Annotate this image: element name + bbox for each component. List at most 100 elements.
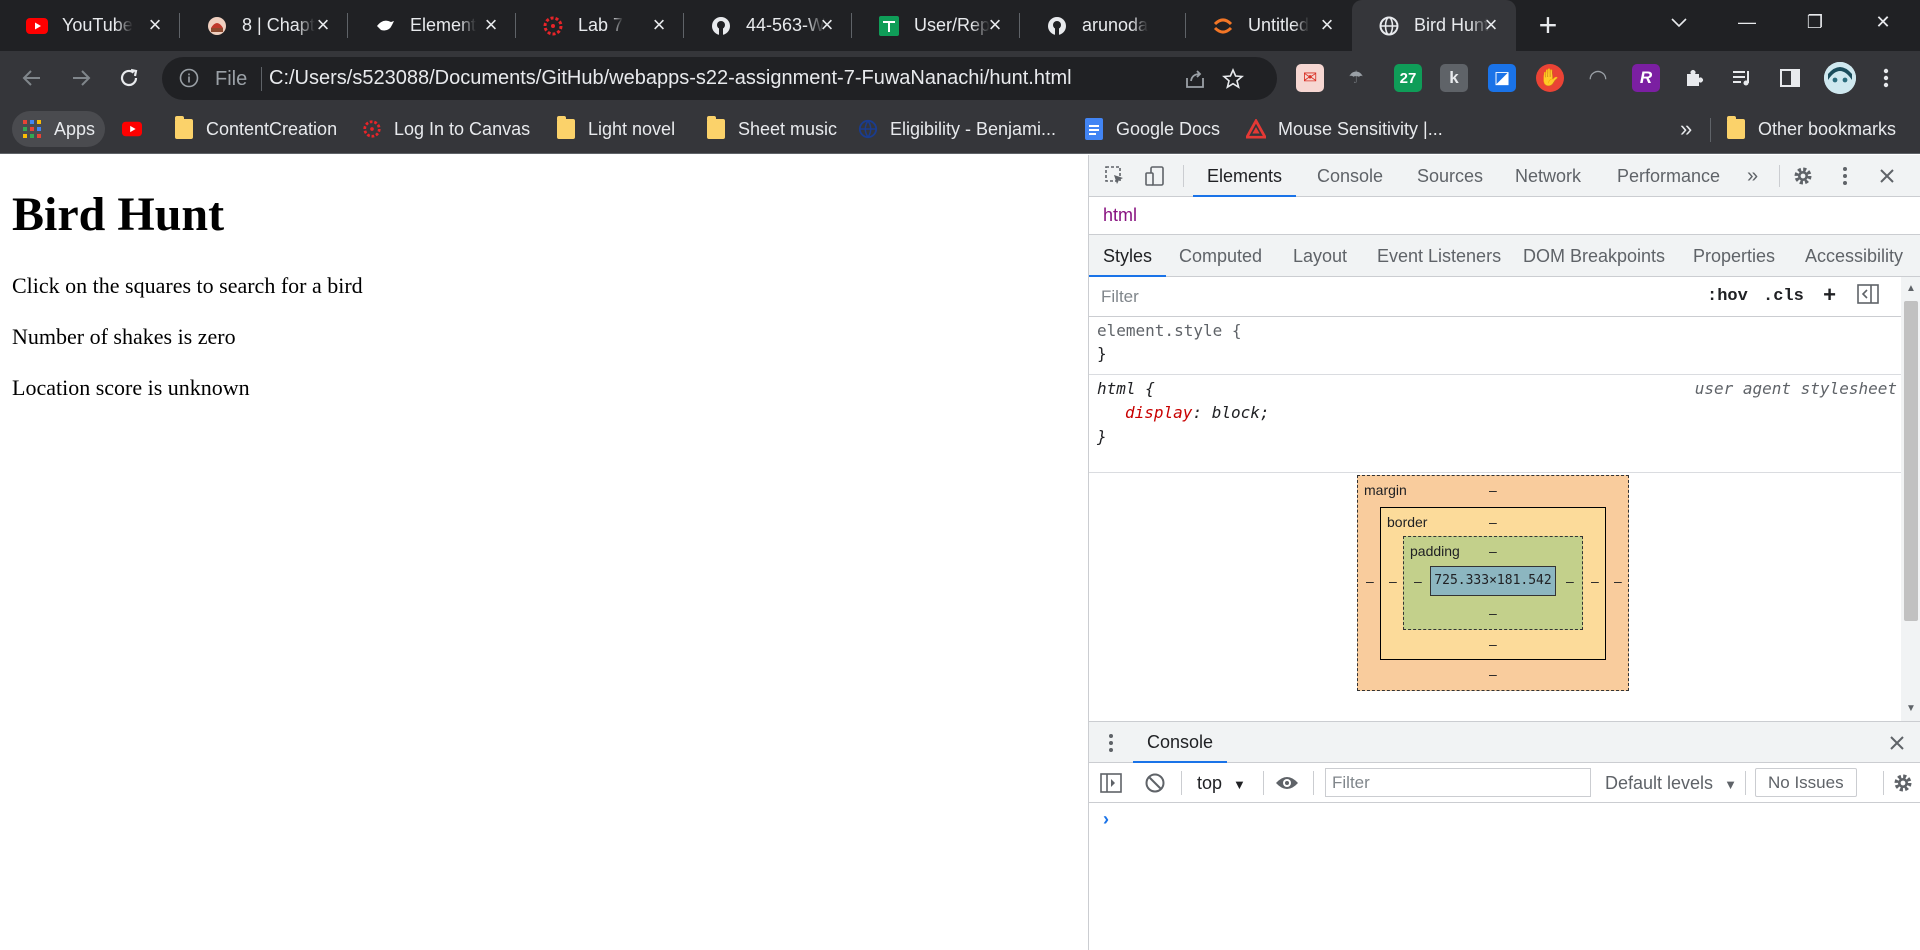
- tab-elements[interactable]: Elements: [1193, 155, 1297, 197]
- tab-accessibility[interactable]: Accessibility: [1805, 235, 1903, 277]
- extension-arc-icon[interactable]: ◠: [1584, 64, 1612, 92]
- tab-console[interactable]: Console: [1317, 155, 1383, 197]
- border-top-value[interactable]: –: [1489, 514, 1497, 530]
- restore-button[interactable]: ❐: [1784, 0, 1846, 45]
- clear-console-icon[interactable]: [1143, 771, 1167, 795]
- tab-properties[interactable]: Properties: [1693, 235, 1775, 277]
- tab-styles[interactable]: Styles: [1089, 235, 1167, 277]
- device-toolbar-icon[interactable]: [1143, 164, 1167, 188]
- margin-top-value[interactable]: –: [1489, 482, 1497, 498]
- extension-stop-icon[interactable]: ✋: [1536, 64, 1564, 92]
- tab-layout[interactable]: Layout: [1293, 235, 1347, 277]
- padding-bottom-value[interactable]: –: [1489, 605, 1497, 621]
- margin-right-value[interactable]: –: [1614, 573, 1622, 589]
- close-icon[interactable]: ×: [816, 14, 838, 36]
- share-button[interactable]: [1182, 66, 1208, 92]
- bookmark-light-novel[interactable]: Light novel: [546, 111, 685, 147]
- tab-youtube[interactable]: YouTube ×: [0, 0, 180, 51]
- close-devtools-icon[interactable]: [1875, 164, 1899, 188]
- context-selector[interactable]: top ▼: [1197, 770, 1246, 796]
- info-icon[interactable]: [179, 68, 199, 93]
- box-model-padding[interactable]: padding – – – – 725.333×181.542: [1403, 536, 1583, 630]
- border-right-value[interactable]: –: [1591, 573, 1599, 589]
- styles-scrollbar[interactable]: ▲ ▼: [1901, 277, 1920, 721]
- live-expression-eye-icon[interactable]: [1275, 771, 1299, 795]
- bookmark-other[interactable]: Other bookmarks: [1716, 111, 1906, 147]
- drawer-tab-console[interactable]: Console: [1133, 722, 1228, 763]
- devtools-menu-icon[interactable]: [1833, 164, 1857, 188]
- extension-calendar-icon[interactable]: 27: [1394, 64, 1422, 92]
- close-icon[interactable]: ×: [144, 14, 166, 36]
- bookmark-mouse-sensitivity[interactable]: Mouse Sensitivity |...: [1236, 111, 1453, 147]
- back-button[interactable]: [13, 59, 51, 97]
- tab-search-button[interactable]: [1648, 0, 1710, 45]
- tab-dom-breakpoints[interactable]: DOM Breakpoints: [1523, 235, 1665, 277]
- tab-network[interactable]: Network: [1515, 155, 1581, 197]
- address-bar[interactable]: File: [162, 57, 1277, 100]
- close-icon[interactable]: ×: [480, 14, 502, 36]
- close-icon[interactable]: ×: [648, 14, 670, 36]
- padding-left-value[interactable]: –: [1414, 573, 1422, 589]
- box-model-margin[interactable]: margin – – – – border – – – – padding – …: [1357, 475, 1629, 691]
- bookmarks-overflow-button[interactable]: »: [1670, 111, 1702, 147]
- bookmark-youtube[interactable]: [112, 111, 164, 147]
- extensions-puzzle-icon[interactable]: [1680, 64, 1708, 92]
- tab-sources[interactable]: Sources: [1417, 155, 1483, 197]
- padding-right-value[interactable]: –: [1566, 573, 1574, 589]
- media-control-icon[interactable]: [1728, 64, 1756, 92]
- border-bottom-value[interactable]: –: [1489, 636, 1497, 652]
- more-tabs-button[interactable]: »: [1747, 155, 1758, 197]
- profile-avatar[interactable]: [1824, 62, 1856, 94]
- url-input[interactable]: [269, 57, 1119, 100]
- margin-left-value[interactable]: –: [1366, 573, 1374, 589]
- tab-44-563[interactable]: 44-563-W ×: [684, 0, 852, 51]
- console-prompt[interactable]: ›: [1103, 809, 1109, 830]
- cls-toggle[interactable]: .cls: [1763, 284, 1804, 310]
- bookmark-star-button[interactable]: [1220, 66, 1246, 92]
- tab-lab7[interactable]: Lab 7 ×: [516, 0, 684, 51]
- extension-blue-icon[interactable]: ◪: [1488, 64, 1516, 92]
- breadcrumb-html[interactable]: html: [1103, 205, 1137, 226]
- extension-r-icon[interactable]: R: [1632, 64, 1660, 92]
- issues-counter-button[interactable]: No Issues: [1755, 768, 1857, 797]
- extension-k-icon[interactable]: k: [1440, 64, 1468, 92]
- side-panel-icon[interactable]: [1776, 64, 1804, 92]
- bookmark-sheet-music[interactable]: Sheet music: [696, 111, 847, 147]
- close-icon[interactable]: ×: [984, 14, 1006, 36]
- close-icon[interactable]: ×: [1480, 14, 1502, 36]
- bookmark-apps[interactable]: Apps: [12, 111, 106, 147]
- console-settings-gear-icon[interactable]: [1891, 771, 1915, 795]
- scroll-up-arrow[interactable]: ▲: [1906, 283, 1916, 294]
- forward-button[interactable]: [62, 59, 100, 97]
- extension-mail-icon[interactable]: ✉: [1296, 64, 1324, 92]
- drawer-menu-icon[interactable]: [1099, 731, 1123, 755]
- box-model-content-size[interactable]: 725.333×181.542: [1430, 566, 1556, 596]
- extension-umbrella-icon[interactable]: ☂: [1342, 64, 1370, 92]
- window-close-button[interactable]: ✕: [1852, 0, 1914, 45]
- tab-performance[interactable]: Performance: [1617, 155, 1720, 197]
- toggle-sidebar-icon[interactable]: [1857, 284, 1879, 310]
- reload-button[interactable]: [110, 59, 148, 97]
- bookmark-google-docs[interactable]: Google Docs: [1074, 111, 1230, 147]
- log-levels-dropdown[interactable]: Default levels ▼: [1605, 770, 1737, 796]
- close-icon[interactable]: ×: [1316, 14, 1338, 36]
- styles-filter-input[interactable]: [1095, 282, 1695, 311]
- tab-user-rep[interactable]: User/Rep ×: [852, 0, 1020, 51]
- border-left-value[interactable]: –: [1389, 573, 1397, 589]
- inspect-element-icon[interactable]: [1103, 164, 1127, 188]
- close-drawer-icon[interactable]: [1885, 731, 1909, 755]
- console-filter-input[interactable]: [1325, 768, 1591, 797]
- bookmark-contentcreation[interactable]: ContentCreation: [164, 111, 347, 147]
- bookmark-canvas[interactable]: Log In to Canvas: [352, 111, 540, 147]
- show-sidebar-icon[interactable]: [1099, 771, 1123, 795]
- more-menu-icon[interactable]: [1872, 64, 1900, 92]
- box-model-border[interactable]: border – – – – padding – – – – 725.333×1…: [1380, 507, 1606, 660]
- tab-event-listeners[interactable]: Event Listeners: [1377, 235, 1501, 277]
- new-rule-icon[interactable]: +: [1823, 284, 1836, 310]
- bookmark-eligibility[interactable]: Eligibility - Benjami...: [848, 111, 1066, 147]
- scroll-down-arrow[interactable]: ▼: [1906, 703, 1916, 714]
- close-icon[interactable]: ×: [312, 14, 334, 36]
- tab-untitled[interactable]: Untitled ×: [1186, 0, 1352, 51]
- tab-bird-hunt[interactable]: Bird Hunt ×: [1352, 0, 1516, 51]
- tab-chapter[interactable]: 8 | Chapt ×: [180, 0, 348, 51]
